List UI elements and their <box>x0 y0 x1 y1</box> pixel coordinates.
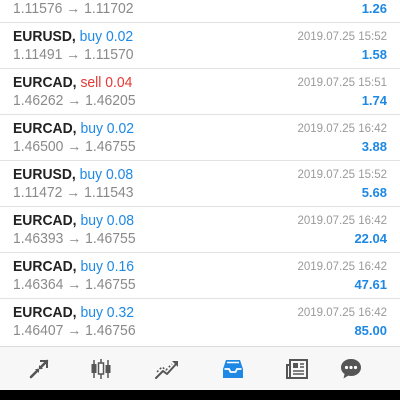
position-prices: 1.11576 → 1.11702 <box>13 0 133 18</box>
position-prices: 1.11491 → 1.11570 <box>13 46 133 64</box>
position-row[interactable]: EURUSD, buy 0.02 1.11491 → 1.11570 2019.… <box>0 23 400 69</box>
position-action: buy 0.16 <box>80 258 134 275</box>
title-separator: , <box>72 258 81 275</box>
position-profit: 22.04 <box>354 231 387 246</box>
current-price: 1.46755 <box>85 138 136 155</box>
position-prices: 1.11472 → 1.11543 <box>13 184 133 202</box>
position-row[interactable]: EURCAD, buy 0.16 1.46364 → 1.46755 2019.… <box>0 253 400 299</box>
position-row[interactable]: EURCAD, buy 0.02 1.46500 → 1.46755 2019.… <box>0 115 400 161</box>
position-profit: 1.58 <box>361 47 387 62</box>
open-price: 1.11472 <box>13 184 63 201</box>
position-prices: 1.46262 → 1.46205 <box>13 92 136 110</box>
position-row[interactable]: EURCAD, sell 0.04 1.46262 → 1.46205 2019… <box>0 69 400 115</box>
position-action: buy 0.08 <box>80 212 134 229</box>
price-arrow: → <box>66 184 81 201</box>
position-profit: 3.88 <box>361 139 387 154</box>
price-arrow: → <box>67 92 82 109</box>
position-time: 2019.07.25 16:42 <box>297 261 387 273</box>
price-arrow: → <box>66 46 81 63</box>
position-profit: 85.00 <box>354 323 387 338</box>
position-row[interactable]: EURCAD, buy 0.32 1.46407 → 1.46756 2019.… <box>0 299 400 345</box>
position-action: buy 0.32 <box>80 304 134 321</box>
nav-chat-button[interactable] <box>320 347 382 390</box>
position-prices: 1.46407 → 1.46756 <box>13 322 136 340</box>
position-profit: 47.61 <box>354 277 387 292</box>
open-price: 1.46500 <box>13 138 64 155</box>
position-time: 2019.07.25 16:42 <box>297 123 387 135</box>
position-time: 2019.07.25 15:52 <box>297 169 387 181</box>
position-prices: 1.46500 → 1.46755 <box>13 138 136 156</box>
title-separator: , <box>72 212 81 229</box>
position-action: buy 0.02 <box>80 120 134 137</box>
nav-news-button[interactable] <box>266 347 328 390</box>
position-action: buy 0.08 <box>79 166 134 183</box>
position-title: EURUSD, buy 0.08 <box>13 166 133 184</box>
candlestick-chart-icon <box>91 358 111 379</box>
open-price: 1.46393 <box>13 230 64 247</box>
quotes-arrows-icon <box>29 359 49 378</box>
open-price: 1.11491 <box>13 46 63 63</box>
nav-history-button[interactable] <box>202 347 264 390</box>
position-title: EURCAD, sell 0.04 <box>13 74 132 92</box>
position-symbol: EURCAD <box>13 258 73 275</box>
nav-chart-button[interactable] <box>70 347 132 390</box>
position-symbol: EURUSD <box>13 28 72 45</box>
position-title: EURCAD, buy 0.32 <box>13 304 134 322</box>
price-arrow: → <box>66 0 81 17</box>
title-separator: , <box>72 304 81 321</box>
position-row[interactable]: EURCAD, buy 0.08 1.46393 → 1.46755 2019.… <box>0 207 400 253</box>
nav-quotes-button[interactable] <box>8 347 70 390</box>
trade-trend-icon <box>155 360 178 379</box>
position-profit: 1.26 <box>361 1 387 16</box>
position-title: EURUSD, buy 0.02 <box>13 28 133 46</box>
price-arrow: → <box>67 322 82 339</box>
position-title: EURCAD, buy 0.02 <box>13 120 134 138</box>
open-price: 1.11576 <box>13 0 63 17</box>
position-title: EURCAD, buy 0.16 <box>13 258 134 276</box>
current-price: 1.11543 <box>84 184 134 201</box>
current-price: 1.46205 <box>85 92 136 109</box>
bottom-navigation <box>0 346 400 390</box>
title-separator: , <box>71 28 80 45</box>
current-price: 1.46755 <box>85 276 136 293</box>
position-action: buy 0.02 <box>79 28 134 45</box>
title-separator: , <box>72 120 81 137</box>
title-separator: , <box>72 74 81 91</box>
position-title: EURCAD, buy 0.08 <box>13 212 134 230</box>
chat-bubble-icon <box>341 358 361 378</box>
open-price: 1.46407 <box>13 322 64 339</box>
position-profit: 1.74 <box>361 93 387 108</box>
system-navigation-bar <box>0 390 400 400</box>
position-time: 2019.07.25 15:52 <box>297 31 387 43</box>
position-row[interactable]: EURUSD, buy 0.08 1.11472 → 1.11543 2019.… <box>0 161 400 207</box>
position-symbol: EURCAD <box>13 212 73 229</box>
position-action: sell 0.04 <box>80 74 133 91</box>
current-price: 1.11702 <box>84 0 134 17</box>
position-time: 2019.07.25 16:42 <box>297 307 387 319</box>
positions-list[interactable]: 1.11576 → 1.11702 1.26 EURUSD, buy 0.02 … <box>0 0 400 346</box>
price-arrow: → <box>67 276 82 293</box>
open-price: 1.46364 <box>13 276 64 293</box>
position-profit: 5.68 <box>361 185 387 200</box>
news-icon <box>286 358 308 379</box>
current-price: 1.46756 <box>85 322 136 339</box>
price-arrow: → <box>67 230 82 247</box>
position-symbol: EURCAD <box>13 120 73 137</box>
position-symbol: EURCAD <box>13 74 73 91</box>
current-price: 1.11570 <box>84 46 134 63</box>
history-inbox-icon <box>223 359 243 378</box>
position-symbol: EURUSD <box>13 166 72 183</box>
open-price: 1.46262 <box>13 92 64 109</box>
position-time: 2019.07.25 15:51 <box>297 77 387 89</box>
nav-trade-button[interactable] <box>136 347 198 390</box>
position-prices: 1.46364 → 1.46755 <box>13 276 136 294</box>
title-separator: , <box>71 166 80 183</box>
price-arrow: → <box>67 138 82 155</box>
current-price: 1.46755 <box>85 230 136 247</box>
position-row[interactable]: 1.11576 → 1.11702 1.26 <box>0 0 400 23</box>
position-time: 2019.07.25 16:42 <box>297 215 387 227</box>
position-symbol: EURCAD <box>13 304 73 321</box>
position-prices: 1.46393 → 1.46755 <box>13 230 136 248</box>
